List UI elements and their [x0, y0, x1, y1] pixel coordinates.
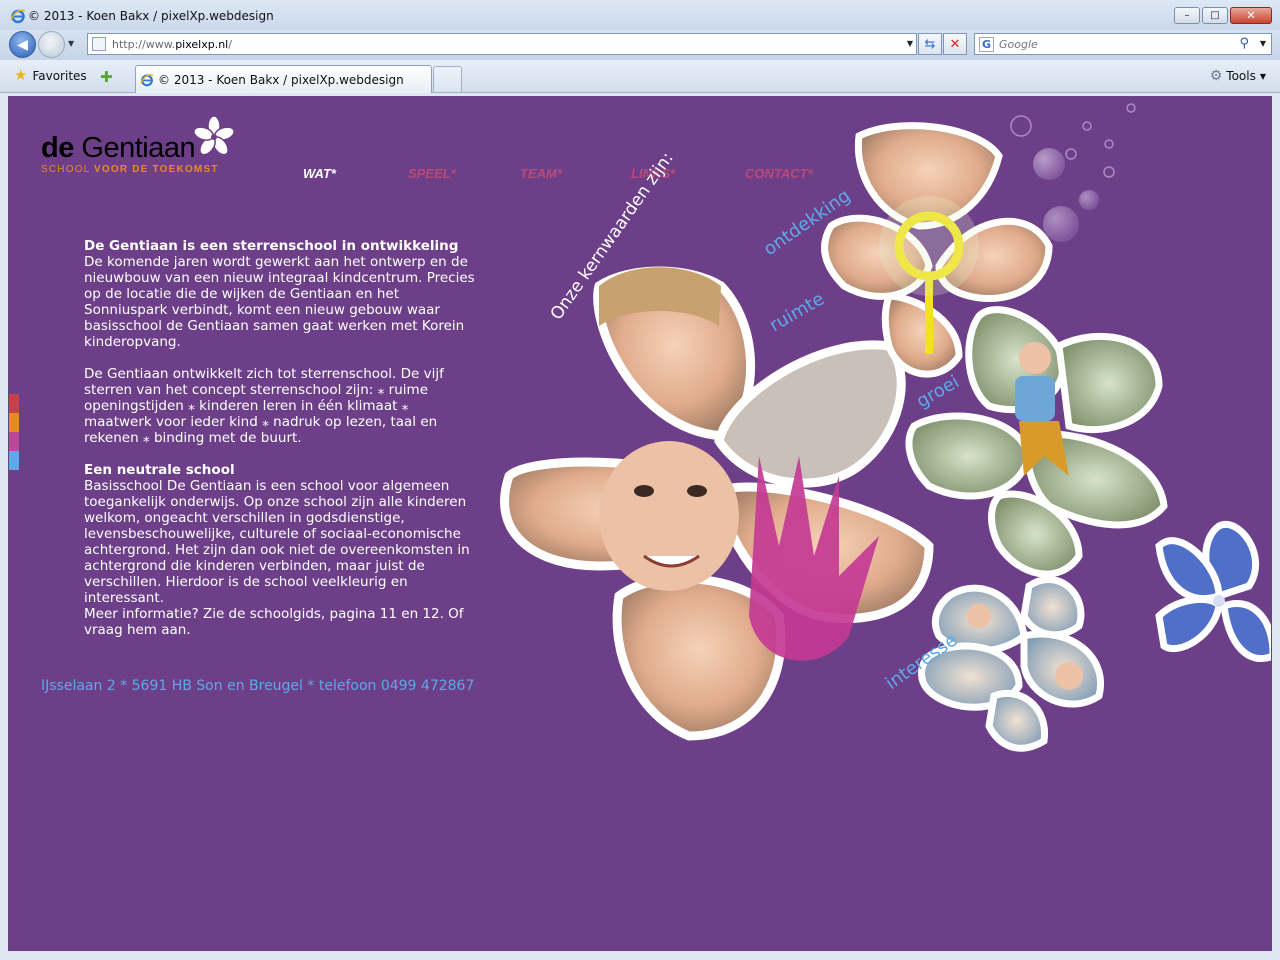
- address-url[interactable]: http://www.pixelxp.nl/: [112, 38, 232, 51]
- refresh-button[interactable]: ⇆: [918, 33, 942, 55]
- window-title: © 2013 - Koen Bakx / pixelXp.webdesign: [28, 9, 274, 23]
- search-box[interactable]: G ⚲ ▼: [974, 33, 1272, 55]
- address-dropdown-icon[interactable]: ▼: [907, 39, 913, 48]
- nav-wat[interactable]: WAT*: [303, 166, 336, 181]
- logo-flower-icon: [193, 115, 235, 156]
- page-viewport: de Gentiaan SCHOOL VOOR DE TOEKOMST WAT*…: [8, 96, 1272, 951]
- logo-word-bold: de: [41, 132, 74, 164]
- search-icon[interactable]: ⚲: [1239, 36, 1249, 51]
- title-bar: © 2013 - Koen Bakx / pixelXp.webdesign –…: [0, 0, 1280, 30]
- arrow-left-icon: ◀: [17, 36, 28, 53]
- blue-gentian-flower: [1155, 520, 1271, 662]
- label-ruimte: ruimte: [766, 288, 828, 336]
- color-tab-red[interactable]: [9, 394, 19, 413]
- section-body-neutrale-school: Basisschool De Gentiaan is een school vo…: [84, 478, 470, 606]
- gear-icon: ⚙: [1209, 68, 1223, 84]
- close-icon: ✕: [1246, 9, 1256, 22]
- new-tab-button[interactable]: [433, 66, 462, 92]
- flower-interesse-photo: [918, 576, 1104, 752]
- star-icon: ★: [14, 66, 28, 84]
- label-groei: groei: [913, 371, 963, 412]
- maximize-icon: □: [1210, 9, 1220, 21]
- main-content: De Gentiaan is een sterrenschool in ontw…: [84, 238, 479, 638]
- favorites-label: Favorites: [32, 68, 87, 83]
- url-suffix: /: [228, 38, 232, 51]
- add-favorite-icon[interactable]: ✚: [100, 68, 113, 86]
- logo-word-rest: Gentiaan: [73, 132, 196, 164]
- status-bar: [0, 951, 1280, 960]
- maximize-button[interactable]: □: [1202, 7, 1228, 24]
- nav-speel[interactable]: SPEEL*: [408, 166, 456, 181]
- school-address: IJsselaan 2 * 5691 HB Son en Breugel * t…: [41, 678, 475, 694]
- navigation-bar: ◀ ▶ ▼ http://www.pixelxp.nl/ ▼ ⇆ ✕ G ⚲ ▼: [0, 30, 1280, 60]
- big-flower-photo: [500, 266, 934, 741]
- tab-title: © 2013 - Koen Bakx / pixelXp.webdesign: [158, 73, 404, 87]
- section-body-vijf-sterren: De Gentiaan ontwikkelt zich tot sterrens…: [84, 366, 444, 446]
- arrow-right-icon: ▶: [46, 36, 57, 53]
- section-extra-info: Meer informatie? Zie de schoolgids, pagi…: [84, 606, 464, 638]
- ie-logo-icon: [10, 9, 26, 24]
- chevron-down-icon: ▼: [1259, 71, 1266, 81]
- section-heading-neutrale-school: Een neutrale school: [84, 462, 235, 478]
- close-button[interactable]: ✕: [1230, 7, 1272, 24]
- minimize-button[interactable]: –: [1174, 7, 1200, 24]
- url-host: pixelxp.nl: [175, 38, 229, 51]
- page-icon: [92, 37, 106, 51]
- color-tabs: [9, 394, 19, 470]
- window-controls: – □ ✕: [1174, 7, 1272, 24]
- bubble-large: [1033, 148, 1065, 180]
- kernwaarden-artwork: Onze kernwaarden zijn: ontdekking ruimte…: [500, 103, 1271, 752]
- browser-tab[interactable]: © 2013 - Koen Bakx / pixelXp.webdesign: [135, 65, 432, 93]
- favorites-bar: ★ Favorites ✚ © 2013 - Koen Bakx / pixel…: [0, 60, 1280, 93]
- section-heading-sterrenschool: De Gentiaan is een sterrenschool in ontw…: [84, 238, 459, 254]
- color-tab-orange[interactable]: [9, 413, 19, 432]
- bubbles-decoration: [1010, 103, 1136, 178]
- color-tab-pink[interactable]: [9, 432, 19, 451]
- forward-button[interactable]: ▶: [38, 31, 65, 58]
- minimize-icon: –: [1184, 9, 1190, 21]
- back-button[interactable]: ◀: [9, 31, 36, 58]
- tools-menu[interactable]: ⚙ Tools ▼: [1210, 68, 1266, 84]
- history-dropdown-icon[interactable]: ▼: [68, 39, 74, 48]
- google-icon: G: [979, 37, 994, 52]
- refresh-icon: ⇆: [924, 36, 936, 52]
- bubble-large-2: [1043, 206, 1079, 242]
- stop-button[interactable]: ✕: [943, 33, 967, 55]
- address-bar[interactable]: http://www.pixelxp.nl/ ▼: [87, 33, 917, 55]
- section-body-sterrenschool: De komende jaren wordt gewerkt aan het o…: [84, 254, 475, 350]
- bubble-medium: [1079, 190, 1099, 210]
- ie-tab-icon: [140, 74, 154, 87]
- stop-icon: ✕: [949, 36, 961, 52]
- url-prefix: http://www.: [112, 38, 176, 51]
- tools-label: Tools: [1226, 69, 1256, 83]
- color-tab-blue[interactable]: [9, 451, 19, 470]
- favorites-button[interactable]: ★ Favorites: [14, 68, 87, 83]
- search-dropdown-icon[interactable]: ▼: [1260, 39, 1266, 48]
- search-input[interactable]: [999, 36, 1219, 52]
